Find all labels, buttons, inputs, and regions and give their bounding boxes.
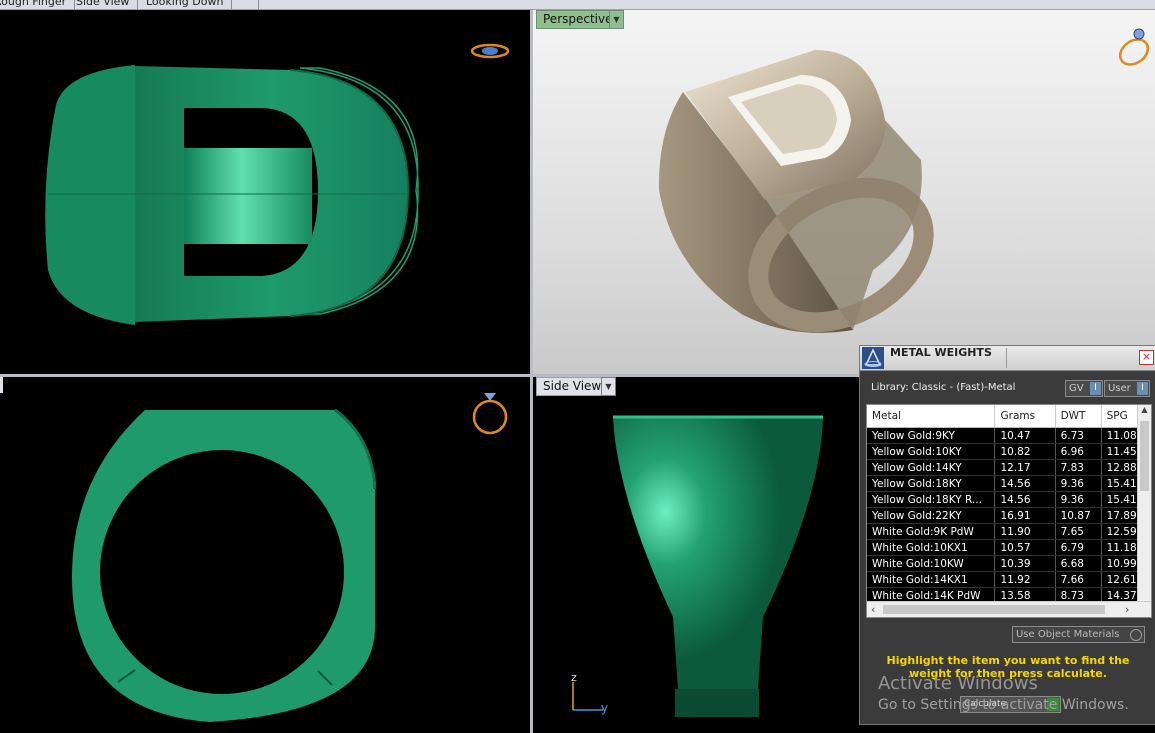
cell-grams: 16.91 xyxy=(994,507,1056,524)
cell-metal: White Gold:10KX1 xyxy=(867,539,996,556)
use-object-materials-toggle[interactable]: Use Object Materials xyxy=(1012,626,1145,643)
cell-grams: 11.92 xyxy=(994,571,1056,588)
cell-dwt: 9.36 xyxy=(1055,475,1102,492)
view-tab-bar: Rough Finger Side View Looking Down xyxy=(0,0,1155,10)
table-horizontal-scrollbar[interactable]: ‹ › xyxy=(867,601,1151,617)
cell-dwt: 6.73 xyxy=(1055,427,1102,444)
viewport-perspective[interactable]: Perspective ▼ xyxy=(533,10,1155,374)
vertical-scroll-thumb[interactable] xyxy=(1140,421,1149,491)
cell-metal: Yellow Gold:22KY xyxy=(867,507,996,524)
table-row[interactable]: White Gold:10KX1 10.57 6.79 11.18 xyxy=(867,539,1151,556)
activate-windows-subtext: Go to Settings to activate Windows. xyxy=(878,697,1129,713)
perspective-dropdown-button[interactable]: ▼ xyxy=(609,10,624,29)
cell-metal: Yellow Gold:9KY xyxy=(867,427,996,444)
cell-metal: Yellow Gold:14KY xyxy=(867,459,996,476)
side-view-dropdown-button[interactable]: ▼ xyxy=(601,377,616,396)
ring-perspective-render xyxy=(658,50,934,333)
cell-dwt: 6.79 xyxy=(1055,539,1102,556)
tab-looking-down[interactable]: Looking Down xyxy=(138,0,233,9)
viewport-corner-marker xyxy=(0,377,3,393)
use-object-materials-label: Use Object Materials xyxy=(1016,629,1120,640)
horizontal-scroll-thumb[interactable] xyxy=(883,605,1105,614)
panel-title-bar[interactable]: METAL WEIGHTS × xyxy=(860,346,1155,371)
cell-grams: 11.90 xyxy=(994,523,1056,540)
gv-toggle[interactable]: GV I xyxy=(1065,380,1103,397)
matrix-logo-icon xyxy=(862,347,884,369)
column-header-metal[interactable]: Metal xyxy=(867,405,996,428)
table-row[interactable]: Yellow Gold:18KY R... 14.56 9.36 15.41 xyxy=(867,491,1151,508)
cell-metal: White Gold:9K PdW xyxy=(867,523,996,540)
user-toggle-label: User xyxy=(1108,383,1131,394)
viewport-top[interactable] xyxy=(0,10,530,374)
title-separator xyxy=(1006,348,1007,368)
cell-dwt: 9.36 xyxy=(1055,491,1102,508)
table-header-row: Metal Grams DWT SPG xyxy=(867,405,1151,428)
radio-circle-icon[interactable] xyxy=(1130,629,1142,641)
cell-dwt: 7.65 xyxy=(1055,523,1102,540)
cell-grams: 10.47 xyxy=(994,427,1056,444)
panel-title: METAL WEIGHTS xyxy=(890,346,992,359)
table-row[interactable]: White Gold:9K PdW 11.90 7.65 12.59 xyxy=(867,523,1151,540)
perspective-view-label[interactable]: Perspective xyxy=(536,10,620,29)
library-label: Library: Classic - (Fast)-Metal xyxy=(871,382,1016,393)
cell-dwt: 10.87 xyxy=(1055,507,1102,524)
cell-metal: Yellow Gold:18KY xyxy=(867,475,996,492)
ring-top-render xyxy=(45,65,419,325)
table-vertical-scrollbar[interactable]: ▲ xyxy=(1137,405,1151,601)
cell-grams: 12.17 xyxy=(994,459,1056,476)
metal-weights-panel: METAL WEIGHTS × Library: Classic - (Fast… xyxy=(859,345,1155,725)
cell-grams: 10.57 xyxy=(994,539,1056,556)
table-row[interactable]: Yellow Gold:9KY 10.47 6.73 11.08 xyxy=(867,427,1151,444)
close-icon[interactable]: × xyxy=(1139,350,1154,365)
cell-dwt: 6.68 xyxy=(1055,555,1102,572)
user-toggle[interactable]: User I xyxy=(1104,380,1150,397)
cell-grams: 14.56 xyxy=(994,475,1056,492)
cell-dwt: 6.96 xyxy=(1055,443,1102,460)
gv-toggle-indicator: I xyxy=(1090,382,1101,395)
cell-grams: 10.82 xyxy=(994,443,1056,460)
table-body: Yellow Gold:9KY 10.47 6.73 11.08 Yellow Gol… xyxy=(867,427,1151,604)
metal-weights-table[interactable]: Metal Grams DWT SPG Yellow Gold:9KY 10.47… xyxy=(866,404,1152,618)
cell-grams: 14.56 xyxy=(994,491,1056,508)
cell-metal: Yellow Gold:18KY R... xyxy=(867,491,996,508)
user-toggle-indicator: I xyxy=(1137,382,1148,395)
cell-dwt: 7.83 xyxy=(1055,459,1102,476)
column-header-dwt[interactable]: DWT xyxy=(1055,405,1102,428)
tab-side-view[interactable]: Side View xyxy=(68,0,139,9)
tab-extra[interactable] xyxy=(234,0,259,9)
cell-metal: White Gold:10KW xyxy=(867,555,996,572)
table-row[interactable]: Yellow Gold:10KY 10.82 6.96 11.45 xyxy=(867,443,1151,460)
cell-grams: 10.39 xyxy=(994,555,1056,572)
column-header-grams[interactable]: Grams xyxy=(994,405,1056,428)
cell-metal: Yellow Gold:10KY xyxy=(867,443,996,460)
axis-y-label: y xyxy=(601,701,609,715)
table-row[interactable]: Yellow Gold:22KY 16.91 10.87 17.89 xyxy=(867,507,1151,524)
viewport-front[interactable] xyxy=(0,377,530,733)
gv-toggle-label: GV xyxy=(1069,383,1084,394)
table-row[interactable]: White Gold:10KW 10.39 6.68 10.99 xyxy=(867,555,1151,572)
scroll-right-icon[interactable]: › xyxy=(1125,602,1129,617)
table-row[interactable]: White Gold:14KX1 11.92 7.66 12.61 xyxy=(867,571,1151,588)
tab-rough-finger[interactable]: Rough Finger xyxy=(0,0,76,9)
scroll-left-icon[interactable]: ‹ xyxy=(871,602,875,617)
scroll-up-icon[interactable]: ▲ xyxy=(1138,405,1151,414)
cell-dwt: 7.66 xyxy=(1055,571,1102,588)
axis-z-label: z xyxy=(571,671,577,684)
side-view-label[interactable]: Side View xyxy=(536,377,609,396)
activate-windows-watermark: Activate Windows xyxy=(878,673,1038,694)
cell-metal: White Gold:14KX1 xyxy=(867,571,996,588)
viewport-splitter-vertical[interactable] xyxy=(530,10,533,733)
table-row[interactable]: Yellow Gold:14KY 12.17 7.83 12.88 xyxy=(867,459,1151,476)
ring-front-render xyxy=(72,408,377,722)
table-row[interactable]: Yellow Gold:18KY 14.56 9.36 15.41 xyxy=(867,475,1151,492)
